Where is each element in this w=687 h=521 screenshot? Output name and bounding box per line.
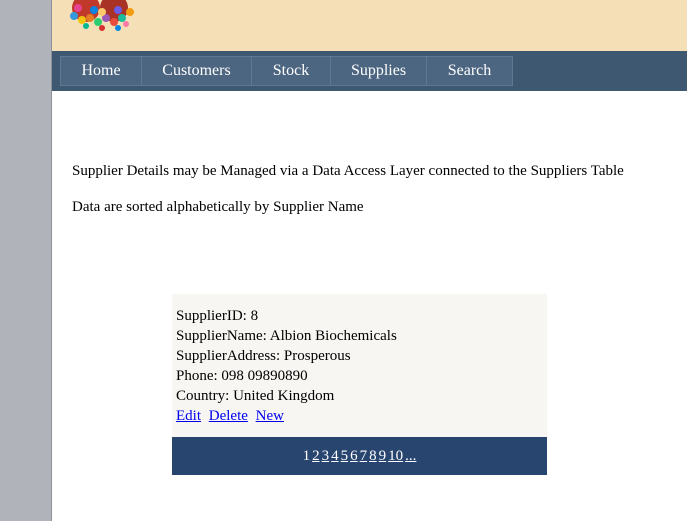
pager-more-link[interactable]: ... — [405, 448, 416, 465]
site-header — [52, 0, 687, 51]
nav-home[interactable]: Home — [60, 56, 142, 86]
nav-supplies[interactable]: Supplies — [330, 56, 427, 86]
pager-current-page: 1 — [302, 447, 311, 464]
molecule-logo-icon — [70, 0, 134, 31]
pager-page-link[interactable]: 2 — [312, 448, 320, 465]
supplier-address: SupplierAddress: Prosperous — [176, 348, 351, 364]
nav-customers[interactable]: Customers — [141, 56, 252, 86]
pager-page-link[interactable]: 5 — [341, 448, 349, 465]
pager-page-link[interactable]: 8 — [369, 448, 377, 465]
record-actions: Edit Delete New — [176, 408, 288, 425]
intro-text-1: Supplier Details may be Managed via a Da… — [72, 163, 624, 179]
supplier-id: SupplierID: 8 — [176, 308, 259, 324]
supplier-phone: Phone: 098 09890890 — [176, 368, 308, 384]
supplier-country: Country: United Kingdom — [176, 388, 335, 404]
nav-search[interactable]: Search — [426, 56, 513, 86]
main-navbar: Home Customers Stock Supplies Search — [52, 51, 687, 91]
delete-link[interactable]: Delete — [209, 408, 248, 424]
pager: 1 2 3 4 5 6 7 8 9 10 ... — [172, 437, 547, 475]
pager-page-link[interactable]: 6 — [350, 448, 358, 465]
pager-page-link[interactable]: 3 — [322, 448, 330, 465]
supplier-details-panel: SupplierID: 8 SupplierName: Albion Bioch… — [172, 294, 547, 437]
nav-stock[interactable]: Stock — [251, 56, 331, 86]
new-link[interactable]: New — [256, 408, 284, 424]
intro-text-2: Data are sorted alphabetically by Suppli… — [72, 199, 364, 215]
pager-page-link[interactable]: 7 — [360, 448, 368, 465]
pager-page-link[interactable]: 10 — [388, 448, 403, 465]
left-sidebar-strip — [0, 0, 52, 521]
supplier-name: SupplierName: Albion Biochemicals — [176, 328, 397, 344]
pager-page-link[interactable]: 4 — [331, 448, 339, 465]
edit-link[interactable]: Edit — [176, 408, 201, 424]
pager-page-link[interactable]: 9 — [379, 448, 387, 465]
